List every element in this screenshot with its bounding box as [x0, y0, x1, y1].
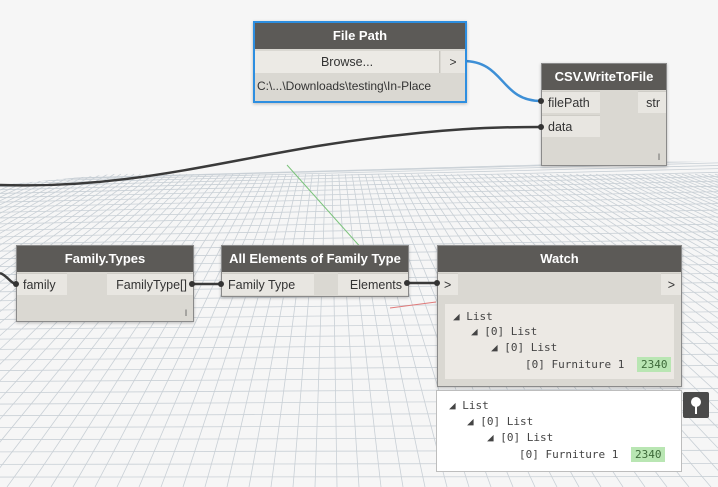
node-title: Family.Types: [17, 246, 193, 272]
value-badge: 2340: [630, 447, 666, 462]
port-dot: [538, 124, 544, 130]
tree-row-level1[interactable]: ◢ [0] List: [471, 325, 537, 338]
pin-button[interactable]: [683, 392, 709, 418]
output-port-str[interactable]: str: [638, 91, 666, 113]
output-arrow-icon: >: [667, 278, 675, 292]
browse-label: Browse...: [320, 55, 374, 69]
wire-filepath[interactable]: [462, 59, 542, 103]
family-types-node[interactable]: Family.Types family FamilyType[] l: [16, 245, 194, 322]
port-dot: [189, 281, 195, 287]
collapse-triangle-icon[interactable]: ◢: [471, 325, 478, 338]
tree-label: [0] Furniture 1: [519, 448, 619, 461]
port-dot: [13, 281, 19, 287]
collapse-triangle-icon[interactable]: ◢: [449, 399, 456, 412]
tree-row-root[interactable]: ◢ List: [449, 399, 489, 412]
path-value: C:\...\Downloads\testing\In-Place: [257, 79, 432, 93]
tree-label: [0] List: [484, 325, 538, 338]
node-title: File Path: [255, 23, 465, 49]
tree-row-level1[interactable]: ◢ [0] List: [467, 415, 533, 428]
node-title: Watch: [438, 246, 681, 272]
output-port-familytype[interactable]: FamilyType[]: [107, 273, 193, 295]
output-port-watch[interactable]: >: [661, 273, 681, 295]
file-path-node[interactable]: File Path Browse... > C:\...\Downloads\t…: [253, 21, 467, 103]
port-label: FamilyType[]: [116, 278, 187, 292]
port-label: family: [23, 278, 56, 292]
preview-bubble: ◢ List ◢ [0] List ◢ [0] List [0] Furnitu…: [436, 390, 682, 472]
tree-label: [0] List: [480, 415, 534, 428]
port-label: data: [548, 120, 573, 134]
collapse-triangle-icon[interactable]: ◢: [491, 341, 498, 354]
port-label: str: [646, 96, 660, 110]
port-label: Family Type: [228, 278, 296, 292]
csv-writetofile-node[interactable]: CSV.WriteToFile filePath str data l: [541, 63, 667, 166]
watch-node[interactable]: Watch > > ◢ List ◢ [0] List ◢ [0] List […: [437, 245, 682, 387]
node-title: All Elements of Family Type: [222, 246, 408, 272]
tree-row-root[interactable]: ◢ List: [453, 310, 493, 323]
tree-row-item: [0] Furniture 1 2340: [519, 447, 666, 462]
output-arrow-icon: >: [449, 55, 457, 69]
value-badge: 2340: [636, 357, 672, 372]
tree-label: [0] List: [500, 431, 554, 444]
collapse-triangle-icon[interactable]: ◢: [453, 310, 460, 323]
tree-label: List: [466, 310, 493, 323]
port-dot: [434, 280, 440, 286]
collapse-triangle-icon[interactable]: ◢: [487, 431, 494, 444]
tree-row-item: [0] Furniture 1 2340: [525, 357, 672, 372]
lacing-indicator: l: [658, 152, 660, 162]
port-dot: [404, 280, 410, 286]
pin-icon: [691, 397, 701, 414]
all-elements-node[interactable]: All Elements of Family Type Family Type …: [221, 245, 409, 297]
port-dot: [218, 281, 224, 287]
input-port-family-type[interactable]: Family Type: [222, 273, 314, 295]
tree-label: List: [462, 399, 489, 412]
output-port-elements[interactable]: Elements: [338, 273, 408, 295]
input-port-data[interactable]: data: [542, 115, 600, 137]
input-port-watch[interactable]: >: [438, 273, 458, 295]
tree-row-level2[interactable]: ◢ [0] List: [491, 341, 557, 354]
node-title: CSV.WriteToFile: [542, 64, 666, 90]
tree-label: [0] Furniture 1: [525, 358, 625, 371]
input-arrow-icon: >: [444, 278, 452, 292]
input-port-filepath[interactable]: filePath: [542, 91, 600, 113]
tree-row-level2[interactable]: ◢ [0] List: [487, 431, 553, 444]
lacing-indicator: l: [185, 308, 187, 318]
port-label: filePath: [548, 96, 590, 110]
port-dot: [538, 98, 544, 104]
port-label: Elements: [349, 278, 402, 292]
tree-label: [0] List: [504, 341, 558, 354]
watch-tree-panel: ◢ List ◢ [0] List ◢ [0] List [0] Furnitu…: [445, 304, 674, 379]
browse-button[interactable]: Browse...: [255, 51, 440, 73]
output-port[interactable]: >: [441, 51, 465, 73]
input-port-family[interactable]: family: [17, 273, 67, 295]
collapse-triangle-icon[interactable]: ◢: [467, 415, 474, 428]
